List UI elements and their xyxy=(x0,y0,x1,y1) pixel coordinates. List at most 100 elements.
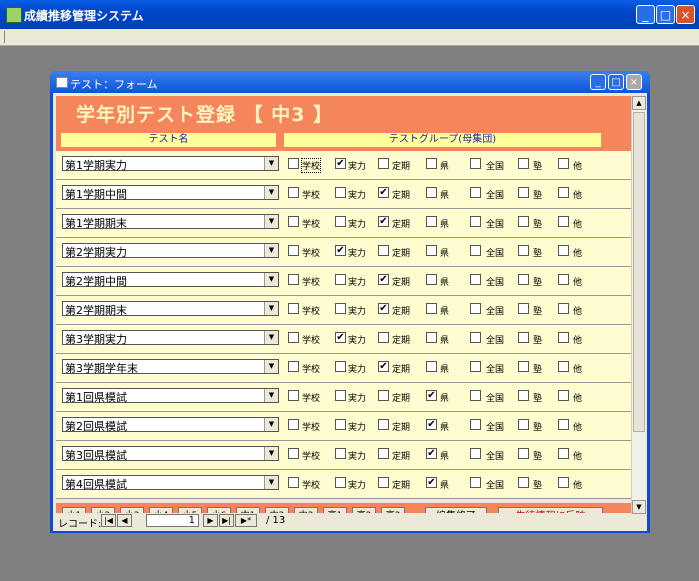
group-checkbox[interactable] xyxy=(470,158,481,169)
group-checkbox[interactable] xyxy=(288,245,299,256)
test-name-combobox[interactable]: 第3学期実力 ▼ xyxy=(62,330,279,346)
group-checkbox[interactable] xyxy=(518,216,529,227)
chevron-down-icon[interactable]: ▼ xyxy=(264,186,278,199)
minimize-button[interactable]: _ xyxy=(636,5,655,24)
group-checkbox[interactable] xyxy=(558,187,569,198)
chevron-down-icon[interactable]: ▼ xyxy=(264,389,278,402)
group-checkbox[interactable] xyxy=(518,332,529,343)
group-checkbox[interactable] xyxy=(288,274,299,285)
group-checkbox[interactable] xyxy=(470,245,481,256)
group-checkbox[interactable] xyxy=(426,187,437,198)
group-checkbox[interactable] xyxy=(378,390,389,401)
group-checkbox[interactable] xyxy=(470,332,481,343)
close-button[interactable]: × xyxy=(676,5,695,24)
group-checkbox[interactable] xyxy=(470,448,481,459)
chevron-down-icon[interactable]: ▼ xyxy=(264,476,278,489)
group-checkbox[interactable]: ✔ xyxy=(378,274,389,285)
form-minimize-button[interactable]: _ xyxy=(590,74,606,90)
group-checkbox[interactable] xyxy=(518,303,529,314)
group-checkbox[interactable]: ✔ xyxy=(335,332,346,343)
group-checkbox[interactable] xyxy=(558,390,569,401)
group-checkbox[interactable] xyxy=(378,245,389,256)
test-name-combobox[interactable]: 第1回県模試 ▼ xyxy=(62,388,279,404)
group-checkbox[interactable] xyxy=(335,448,346,459)
group-checkbox[interactable]: ✔ xyxy=(378,187,389,198)
group-checkbox[interactable] xyxy=(518,390,529,401)
test-name-combobox[interactable]: 第1学期期末 ▼ xyxy=(62,214,279,230)
group-checkbox[interactable] xyxy=(288,390,299,401)
group-checkbox[interactable] xyxy=(426,245,437,256)
group-checkbox[interactable] xyxy=(288,303,299,314)
group-checkbox[interactable] xyxy=(518,158,529,169)
form-maximize-button[interactable]: □ xyxy=(608,74,624,90)
group-checkbox[interactable] xyxy=(558,274,569,285)
test-name-combobox[interactable]: 第2学期期末 ▼ xyxy=(62,301,279,317)
group-checkbox[interactable] xyxy=(558,477,569,488)
group-checkbox[interactable] xyxy=(335,390,346,401)
test-name-combobox[interactable]: 第1学期中間 ▼ xyxy=(62,185,279,201)
group-checkbox[interactable] xyxy=(518,245,529,256)
group-checkbox[interactable] xyxy=(335,187,346,198)
group-checkbox[interactable] xyxy=(288,419,299,430)
group-checkbox[interactable] xyxy=(288,187,299,198)
group-checkbox[interactable] xyxy=(558,245,569,256)
chevron-down-icon[interactable]: ▼ xyxy=(264,360,278,373)
group-checkbox[interactable] xyxy=(426,303,437,314)
chevron-down-icon[interactable]: ▼ xyxy=(264,447,278,460)
chevron-down-icon[interactable]: ▼ xyxy=(264,157,278,170)
new-record-icon[interactable]: ▶* xyxy=(235,514,257,527)
group-checkbox[interactable]: ✔ xyxy=(335,245,346,256)
chevron-down-icon[interactable]: ▼ xyxy=(264,215,278,228)
group-checkbox[interactable] xyxy=(558,448,569,459)
last-record-icon[interactable]: ▶| xyxy=(219,514,234,527)
group-checkbox[interactable] xyxy=(470,216,481,227)
group-checkbox[interactable] xyxy=(288,477,299,488)
group-checkbox[interactable] xyxy=(426,332,437,343)
group-checkbox[interactable] xyxy=(335,361,346,372)
group-checkbox[interactable] xyxy=(288,361,299,372)
current-record-input[interactable]: 1 xyxy=(146,514,199,527)
group-checkbox[interactable] xyxy=(288,332,299,343)
group-checkbox[interactable] xyxy=(558,303,569,314)
group-checkbox[interactable] xyxy=(518,448,529,459)
group-checkbox[interactable] xyxy=(470,303,481,314)
chevron-down-icon[interactable]: ▼ xyxy=(264,244,278,257)
prev-record-icon[interactable]: ◀ xyxy=(117,514,132,527)
group-checkbox[interactable] xyxy=(335,274,346,285)
group-checkbox[interactable] xyxy=(558,216,569,227)
group-checkbox[interactable] xyxy=(518,419,529,430)
group-checkbox[interactable] xyxy=(378,448,389,459)
group-checkbox[interactable]: ✔ xyxy=(426,477,437,488)
first-record-icon[interactable]: |◀ xyxy=(101,514,116,527)
group-checkbox[interactable] xyxy=(518,477,529,488)
group-checkbox[interactable] xyxy=(558,158,569,169)
group-checkbox[interactable] xyxy=(470,419,481,430)
scroll-thumb[interactable] xyxy=(633,112,645,432)
group-checkbox[interactable] xyxy=(558,361,569,372)
scroll-down-icon[interactable]: ▼ xyxy=(632,500,646,514)
next-record-icon[interactable]: ▶ xyxy=(203,514,218,527)
test-name-combobox[interactable]: 第2学期中間 ▼ xyxy=(62,272,279,288)
group-checkbox[interactable] xyxy=(470,477,481,488)
group-checkbox[interactable] xyxy=(426,361,437,372)
toolbar-grip-icon[interactable] xyxy=(4,31,7,43)
group-checkbox[interactable] xyxy=(426,158,437,169)
group-checkbox[interactable] xyxy=(335,419,346,430)
group-checkbox[interactable] xyxy=(426,274,437,285)
chevron-down-icon[interactable]: ▼ xyxy=(264,331,278,344)
group-checkbox[interactable] xyxy=(558,419,569,430)
group-checkbox[interactable] xyxy=(378,332,389,343)
group-checkbox[interactable]: ✔ xyxy=(378,303,389,314)
test-name-combobox[interactable]: 第3学期学年末 ▼ xyxy=(62,359,279,375)
group-checkbox[interactable] xyxy=(470,187,481,198)
group-checkbox[interactable]: ✔ xyxy=(378,361,389,372)
group-checkbox[interactable]: ✔ xyxy=(426,419,437,430)
test-name-combobox[interactable]: 第4回県模試 ▼ xyxy=(62,475,279,491)
group-checkbox[interactable] xyxy=(518,361,529,372)
group-checkbox[interactable] xyxy=(288,158,299,169)
chevron-down-icon[interactable]: ▼ xyxy=(264,302,278,315)
group-checkbox[interactable] xyxy=(378,477,389,488)
group-checkbox[interactable] xyxy=(335,477,346,488)
chevron-down-icon[interactable]: ▼ xyxy=(264,273,278,286)
vertical-scrollbar[interactable]: ▲ ▼ xyxy=(631,96,646,514)
